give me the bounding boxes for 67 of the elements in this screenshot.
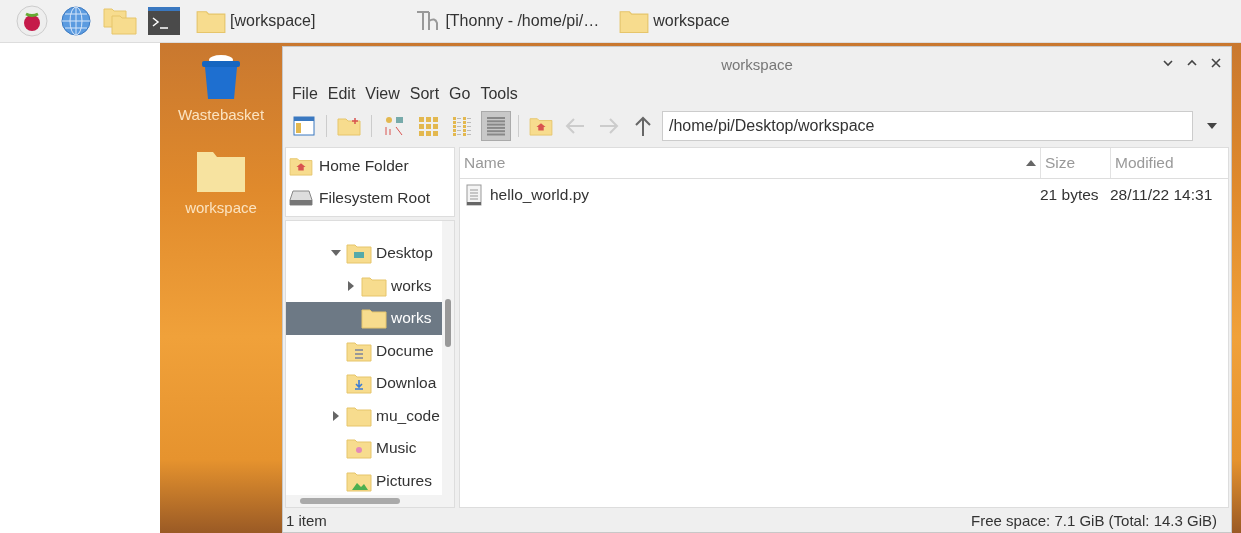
home-folder-icon (529, 116, 553, 136)
globe-icon (60, 5, 92, 37)
wastebasket-icon[interactable] (199, 54, 243, 100)
folders-icon (103, 6, 137, 36)
launcher-button[interactable] (14, 4, 50, 38)
compact-list-icon (451, 115, 473, 137)
back-arrow-icon (564, 116, 586, 136)
menu-item[interactable]: Tools (475, 85, 523, 103)
tree-item[interactable]: Pictures (286, 464, 442, 495)
window-title: workspace (721, 55, 793, 73)
tree-item[interactable]: mu_code (286, 399, 442, 432)
icon-view-icon (383, 115, 405, 137)
taskbar-task[interactable]: [Thonny - /home/pi/… (409, 1, 606, 41)
menu-item[interactable]: Go (444, 85, 476, 103)
tree-item[interactable]: Docume (286, 334, 442, 367)
free-space: Free space: 7.1 GiB (Total: 14.3 GiB) (971, 511, 1217, 529)
desktop-icon-label: Wastebasket (177, 106, 265, 123)
path-field[interactable]: /home/pi/Desktop/workspace (662, 111, 1193, 141)
item-count: 1 item (286, 511, 327, 529)
desktop-icon-label: workspace (185, 199, 257, 216)
folder-icon[interactable] (196, 151, 246, 193)
view-mode-button[interactable] (481, 111, 511, 141)
chevron-up-icon (1187, 59, 1197, 67)
taskbar-task[interactable]: workspace (613, 1, 736, 41)
file-modified: 28/11/22 14:31 (1110, 186, 1214, 204)
text-file-icon (466, 184, 482, 206)
terminal-icon (147, 6, 181, 36)
caret-down-icon (1207, 123, 1217, 129)
file-name: hello_world.py (490, 186, 590, 204)
tree-item[interactable]: works (286, 302, 442, 335)
tree-item[interactable]: works (286, 269, 442, 302)
places-item[interactable]: Home Folder (286, 150, 454, 182)
menu-item[interactable]: Edit (322, 85, 361, 103)
tree-item[interactable]: Downloa (286, 367, 442, 400)
music-folder-icon (346, 437, 372, 460)
pictures-folder-icon (346, 469, 372, 492)
folder-icon (361, 274, 387, 297)
close-icon (1211, 58, 1221, 68)
file-size: 21 bytes (1040, 186, 1100, 204)
launcher-button[interactable] (146, 4, 182, 38)
file-row[interactable]: hello_world.py 21 bytes 28/11/22 14:31 (460, 179, 1228, 211)
grid-view-icon (417, 115, 439, 137)
chevron-down-icon (1163, 59, 1173, 67)
folder-icon (619, 8, 650, 34)
places-item[interactable]: Filesystem Root (286, 182, 454, 214)
forward-arrow-icon (598, 116, 620, 136)
menu-item[interactable]: Sort (404, 85, 445, 103)
tree-item[interactable]: Music (286, 432, 442, 465)
horizontal-scrollbar[interactable] (286, 495, 454, 507)
folder-icon (361, 307, 387, 330)
drive-icon (289, 190, 313, 206)
menu-item[interactable]: File (287, 85, 323, 103)
folder-icon (346, 404, 372, 427)
raspberry-logo-icon (16, 5, 48, 37)
folder-icon (196, 8, 226, 34)
sort-arrow-icon (1026, 160, 1036, 166)
home-folder-icon (289, 156, 313, 176)
launcher-button[interactable] (58, 4, 94, 38)
up-arrow-icon (633, 115, 653, 137)
vertical-scrollbar[interactable] (442, 221, 454, 495)
tree-item[interactable]: Desktop (286, 237, 442, 270)
detailed-list-icon (485, 115, 507, 137)
desktop-folder-icon (346, 242, 372, 265)
documents-folder-icon (346, 339, 372, 362)
menu-item[interactable]: View (360, 85, 405, 103)
downloads-folder-icon (346, 372, 372, 395)
taskbar-task[interactable]: [workspace] (190, 1, 322, 41)
